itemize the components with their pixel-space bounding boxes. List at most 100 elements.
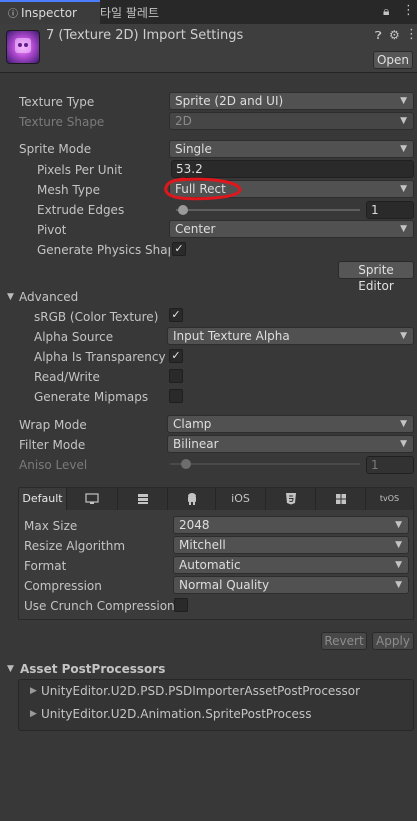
platform-tab-default-label: Default	[22, 492, 63, 505]
generate-physics-shape-label: Generate Physics Shape	[37, 243, 170, 257]
texture-type-dropdown[interactable]: Sprite (2D and UI) ▼	[169, 92, 414, 110]
inspector-icon: ⓘ	[8, 9, 18, 20]
chevron-down-icon: ▼	[400, 96, 407, 106]
sprite-mode-value: Single	[175, 142, 212, 156]
checkmark-icon: ✓	[171, 308, 181, 321]
foldout-collapsed-icon[interactable]: ▶	[30, 686, 37, 696]
generate-physics-shape-checkbox[interactable]: ✓	[172, 242, 186, 256]
platform-tab-server[interactable]	[118, 488, 168, 510]
chevron-down-icon: ▼	[400, 419, 407, 429]
tab-inspector-label: Inspector	[21, 6, 77, 20]
chevron-down-icon: ▼	[400, 224, 407, 234]
srgb-checkbox[interactable]: ✓	[169, 308, 183, 322]
pivot-dropdown[interactable]: Center ▼	[169, 220, 414, 238]
foldout-expanded-icon[interactable]: ▼	[7, 292, 14, 302]
chevron-down-icon: ▼	[395, 560, 402, 570]
chevron-down-icon: ▼	[400, 331, 407, 341]
preset-icon[interactable]: ⚙︎	[389, 28, 400, 42]
list-item[interactable]: UnityEditor.U2D.Animation.SpritePostProc…	[41, 707, 311, 721]
aniso-level-slider-handle	[181, 459, 191, 469]
resize-algorithm-label: Resize Algorithm	[24, 539, 126, 553]
list-item[interactable]: UnityEditor.U2D.PSD.PSDImporterAssetPost…	[41, 684, 360, 698]
compression-label: Compression	[24, 579, 102, 593]
resize-algorithm-dropdown[interactable]: Mitchell ▼	[173, 536, 409, 554]
filter-mode-dropdown[interactable]: Bilinear ▼	[167, 435, 414, 453]
extrude-edges-field[interactable]: 1	[366, 201, 414, 219]
alpha-is-transparency-label: Alpha Is Transparency	[34, 350, 166, 364]
annotation-circle	[164, 177, 242, 201]
html5-icon	[285, 493, 296, 505]
more-options-icon[interactable]: ⋮	[402, 3, 415, 18]
texture-shape-value: 2D	[175, 114, 192, 128]
aniso-level-slider-track	[170, 463, 360, 465]
texture-shape-label: Texture Shape	[19, 115, 105, 129]
extrude-edges-slider-handle[interactable]	[178, 205, 188, 215]
extrude-edges-slider-track[interactable]	[176, 209, 360, 211]
texture-thumbnail	[6, 30, 40, 64]
chevron-down-icon: ▼	[395, 540, 402, 550]
aniso-level-label: Aniso Level	[19, 458, 88, 472]
resize-algorithm-value: Mitchell	[179, 538, 226, 552]
page-title: 7 (Texture 2D) Import Settings	[46, 28, 244, 43]
max-size-dropdown[interactable]: 2048 ▼	[173, 516, 409, 534]
mesh-type-label: Mesh Type	[37, 183, 100, 197]
use-crunch-compression-label: Use Crunch Compression	[24, 599, 175, 613]
revert-button[interactable]: Revert	[321, 632, 367, 650]
platform-tab-ios[interactable]: iOS	[216, 488, 266, 510]
foldout-collapsed-icon[interactable]: ▶	[30, 709, 37, 719]
tab-inspector[interactable]: ⓘ Inspector	[0, 0, 100, 24]
format-label: Format	[24, 559, 67, 573]
checkmark-icon: ✓	[171, 349, 181, 362]
pivot-value: Center	[175, 222, 216, 236]
aniso-level-field: 1	[366, 456, 414, 474]
generate-mipmaps-checkbox[interactable]	[169, 389, 183, 403]
wrap-mode-label: Wrap Mode	[19, 418, 87, 432]
texture-shape-dropdown: 2D ▼	[169, 112, 414, 130]
chevron-down-icon: ▼	[395, 580, 402, 590]
platform-tab-windows-store[interactable]	[316, 488, 366, 510]
open-button[interactable]: Open	[373, 51, 413, 69]
sprite-mode-label: Sprite Mode	[19, 142, 92, 156]
wrap-mode-value: Clamp	[173, 417, 212, 431]
format-dropdown[interactable]: Automatic ▼	[173, 556, 409, 574]
texture-type-label: Texture Type	[19, 95, 95, 109]
sprite-editor-button[interactable]: Sprite Editor	[338, 261, 414, 293]
compression-dropdown[interactable]: Normal Quality ▼	[173, 576, 409, 594]
tab-tile-palette[interactable]: 타일 팔레트	[92, 2, 198, 24]
read-write-checkbox[interactable]	[169, 369, 183, 383]
platform-tab-android[interactable]	[168, 488, 216, 510]
lock-icon[interactable]: 🔒︎	[383, 4, 389, 19]
advanced-foldout-title[interactable]: Advanced	[19, 290, 78, 304]
help-icon[interactable]: ❓︎	[375, 29, 382, 43]
pivot-label: Pivot	[37, 223, 67, 237]
chevron-down-icon: ▼	[400, 116, 407, 126]
compression-value: Normal Quality	[179, 578, 270, 592]
wrap-mode-dropdown[interactable]: Clamp ▼	[167, 415, 414, 433]
filter-mode-value: Bilinear	[173, 437, 219, 451]
context-menu-icon[interactable]: ⋮	[405, 27, 417, 42]
tab-tile-palette-label: 타일 팔레트	[100, 6, 160, 20]
server-icon	[137, 494, 148, 504]
apply-button[interactable]: Apply	[372, 632, 414, 650]
sprite-mode-dropdown[interactable]: Single ▼	[169, 140, 414, 158]
alpha-is-transparency-checkbox[interactable]: ✓	[169, 349, 183, 363]
checkmark-icon: ✓	[174, 242, 184, 255]
alpha-source-dropdown[interactable]: Input Texture Alpha ▼	[167, 327, 414, 345]
platform-tab-tvos[interactable]: tvOS	[366, 488, 413, 510]
chevron-down-icon: ▼	[400, 439, 407, 449]
srgb-label: sRGB (Color Texture)	[34, 310, 159, 324]
generate-mipmaps-label: Generate Mipmaps	[34, 390, 149, 404]
monitor-icon	[85, 493, 99, 504]
chevron-down-icon: ▼	[400, 184, 407, 194]
platform-tab-standalone[interactable]	[67, 488, 118, 510]
max-size-value: 2048	[179, 518, 210, 532]
tvos-label: tvOS	[379, 494, 400, 503]
foldout-expanded-icon[interactable]: ▼	[7, 664, 14, 674]
filter-mode-label: Filter Mode	[19, 438, 86, 452]
sprite-preview-icon	[15, 38, 31, 53]
platform-tab-webgl[interactable]	[266, 488, 316, 510]
platform-tab-default[interactable]: Default	[19, 488, 67, 510]
asset-postprocessors-title[interactable]: Asset PostProcessors	[20, 662, 165, 676]
chevron-down-icon: ▼	[400, 144, 407, 154]
use-crunch-compression-checkbox[interactable]	[174, 598, 188, 612]
